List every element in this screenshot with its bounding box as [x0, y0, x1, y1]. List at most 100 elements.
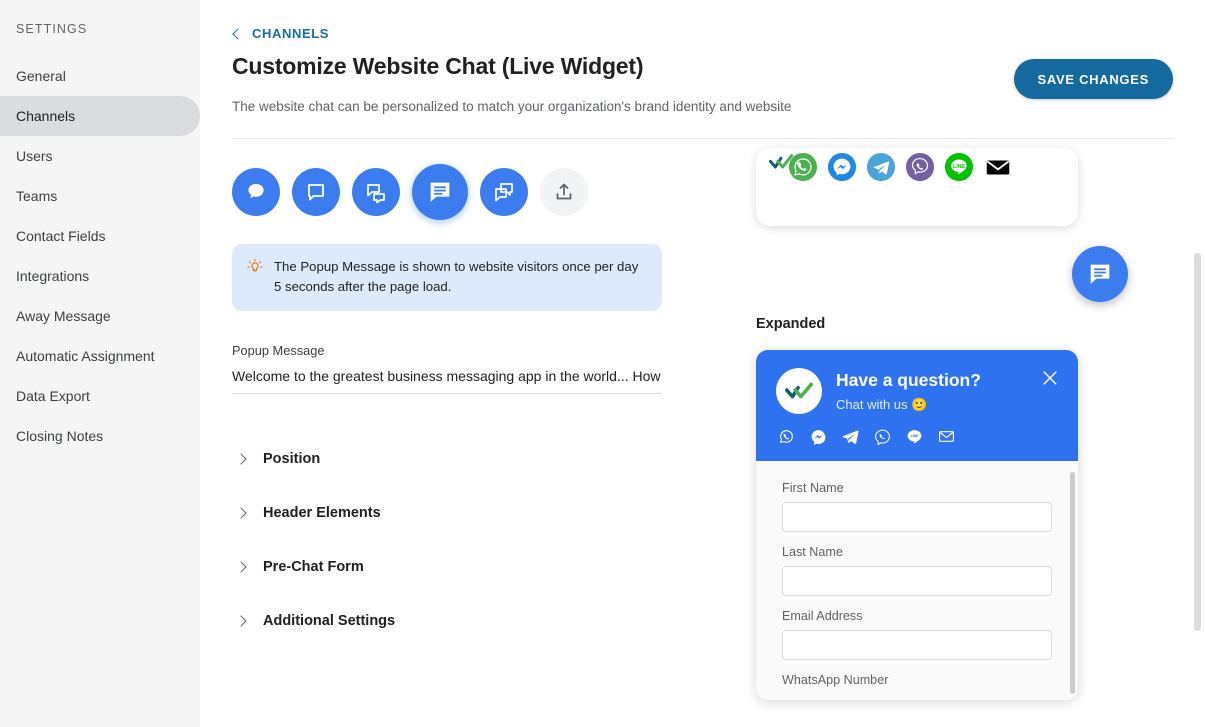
chat-bubble-round-icon	[248, 184, 264, 199]
email-icon[interactable]	[938, 428, 955, 445]
header-divider	[232, 137, 1173, 139]
email-address-input[interactable]	[782, 630, 1052, 660]
page-header: CHANNELS Customize Website Chat (Live Wi…	[200, 0, 1205, 114]
sidebar-item-closing-notes[interactable]: Closing Notes	[0, 416, 200, 456]
sidebar-item-data-export[interactable]: Data Export	[0, 376, 200, 416]
page-scrollbar-track[interactable]	[1190, 0, 1205, 727]
sidebar: SETTINGS General Channels Users Teams Co…	[0, 0, 200, 727]
sidebar-item-automatic-assignment[interactable]: Automatic Assignment	[0, 336, 200, 376]
popup-message-value: Welcome to the greatest business messagi…	[232, 367, 662, 384]
sidebar-item-contact-fields[interactable]: Contact Fields	[0, 216, 200, 256]
sidebar-title: SETTINGS	[16, 22, 88, 36]
accordion-label: Pre-Chat Form	[263, 558, 364, 575]
scroll-viewport: The Popup Message is shown to website vi…	[200, 144, 1190, 727]
widget-title: Have a question?	[836, 369, 981, 390]
sidebar-item-users[interactable]: Users	[0, 136, 200, 176]
chevron-right-icon	[235, 615, 247, 627]
chevron-right-icon	[235, 561, 247, 573]
info-banner: The Popup Message is shown to website vi…	[232, 244, 662, 311]
sidebar-item-general[interactable]: General	[0, 56, 200, 96]
upload-icon	[556, 183, 572, 200]
chat-bubble-square-icon	[308, 184, 324, 201]
accordion-position[interactable]: Position	[232, 432, 752, 486]
two-column-layout: The Popup Message is shown to website vi…	[200, 144, 1190, 700]
widget-social-row: LINE	[776, 428, 1058, 445]
icon-option-chat-bubble-square[interactable]	[292, 168, 340, 216]
sidebar-item-away-message[interactable]: Away Message	[0, 296, 200, 336]
line-icon[interactable]: LINE	[906, 428, 923, 445]
viber-icon[interactable]	[905, 152, 935, 182]
close-icon[interactable]	[1040, 368, 1060, 388]
form-label-email-address: Email Address	[782, 609, 863, 623]
messenger-icon[interactable]	[827, 152, 857, 182]
settings-column: The Popup Message is shown to website vi…	[232, 144, 752, 648]
messenger-icon[interactable]	[810, 428, 827, 445]
form-label-first-name: First Name	[782, 481, 844, 495]
form-label-last-name: Last Name	[782, 545, 843, 559]
chat-bubble-lines-icon	[430, 182, 450, 202]
icon-option-chat-bubble-lines[interactable]	[412, 164, 468, 220]
page-scrollbar-thumb[interactable]	[1194, 253, 1201, 631]
save-changes-button[interactable]: SAVE CHANGES	[1013, 59, 1173, 99]
chevron-right-icon	[235, 507, 247, 519]
accordion-label: Position	[263, 450, 321, 467]
chevron-left-icon	[232, 27, 244, 40]
page-subtitle: The website chat can be personalized to …	[232, 98, 792, 114]
breadcrumb[interactable]: CHANNELS	[232, 26, 1173, 41]
double-check-logo-icon	[785, 382, 813, 399]
widget-logo	[776, 368, 822, 414]
chat-fab-button[interactable]	[1072, 246, 1128, 302]
first-name-input[interactable]	[782, 502, 1052, 532]
svg-text:LINE: LINE	[911, 434, 920, 438]
popup-message-label: Popup Message	[232, 342, 325, 358]
sidebar-nav: General Channels Users Teams Contact Fie…	[0, 56, 200, 456]
email-icon[interactable]	[983, 152, 1013, 182]
popup-message-field: Popup Message Welcome to the greatest bu…	[232, 343, 752, 394]
widget-subtitle: Chat with us 🙂	[836, 396, 928, 412]
accordion-additional-settings[interactable]: Additional Settings	[232, 594, 752, 648]
sidebar-item-label: Contact Fields	[16, 228, 106, 244]
accordion-header-elements[interactable]: Header Elements	[232, 486, 752, 540]
popup-message-input[interactable]: Welcome to the greatest business messagi…	[232, 368, 662, 394]
icon-option-chat-bubble-overlap[interactable]	[480, 168, 528, 216]
chat-bubble-overlap-icon	[495, 183, 513, 202]
form-label-whatsapp-number: WhatsApp Number	[782, 673, 889, 687]
accordion-label: Header Elements	[263, 504, 381, 521]
breadcrumb-label: CHANNELS	[252, 26, 330, 41]
viber-icon[interactable]	[874, 428, 891, 445]
chevron-right-icon	[235, 453, 247, 465]
accordion-pre-chat-form[interactable]: Pre-Chat Form	[232, 540, 752, 594]
sidebar-item-label: Integrations	[16, 268, 90, 284]
expanded-preview-label: Expanded	[756, 316, 826, 332]
telegram-icon[interactable]	[842, 428, 859, 445]
settings-page: SETTINGS General Channels Users Teams Co…	[0, 0, 1205, 727]
collapsed-preview-card: LINE	[756, 148, 1078, 226]
sidebar-item-label: Away Message	[16, 308, 111, 324]
sidebar-item-integrations[interactable]: Integrations	[0, 256, 200, 296]
sidebar-item-label: Teams	[16, 188, 58, 204]
whatsapp-icon[interactable]	[778, 428, 795, 445]
icon-option-upload[interactable]	[540, 168, 588, 216]
svg-text:LINE: LINE	[953, 164, 965, 170]
sidebar-item-teams[interactable]: Teams	[0, 176, 200, 216]
chat-bubbles-double-icon	[367, 184, 385, 204]
last-name-input[interactable]	[782, 566, 1052, 596]
telegram-icon[interactable]	[866, 152, 896, 182]
sidebar-item-label: Closing Notes	[16, 428, 104, 444]
info-banner-text: The Popup Message is shown to website vi…	[274, 259, 639, 295]
widget-inner-scrollbar[interactable]	[1070, 472, 1075, 694]
widget-header: Have a question? Chat with us 🙂 LINE	[756, 350, 1078, 461]
chat-bubble-lines-icon	[1090, 264, 1110, 284]
sidebar-item-label: Data Export	[16, 388, 90, 404]
line-icon[interactable]: LINE	[944, 152, 974, 182]
icon-option-chat-bubbles-double[interactable]	[352, 168, 400, 216]
collapsed-social-row: LINE	[756, 148, 1046, 182]
sidebar-item-label: Automatic Assignment	[16, 348, 155, 364]
page-title: Customize Website Chat (Live Widget)	[232, 53, 644, 79]
expanded-preview-card: Have a question? Chat with us 🙂 LINE Fir…	[756, 350, 1078, 700]
sidebar-item-channels[interactable]: Channels	[0, 96, 200, 136]
accordion-label: Additional Settings	[263, 612, 396, 629]
widget-icon-picker	[232, 164, 752, 220]
sidebar-item-label: General	[16, 68, 66, 84]
icon-option-chat-bubble-round[interactable]	[232, 168, 280, 216]
